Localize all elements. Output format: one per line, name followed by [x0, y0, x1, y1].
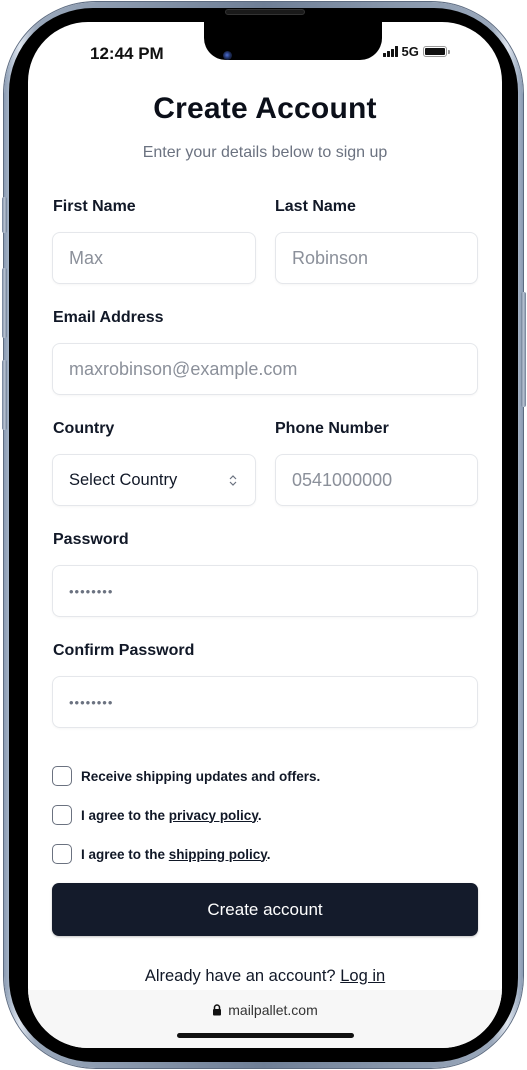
country-label: Country	[53, 420, 115, 437]
confirm-password-input[interactable]: ••••••••	[52, 676, 478, 728]
first-name-input[interactable]: Max	[52, 232, 256, 284]
action-button	[2, 197, 7, 233]
battery-icon	[422, 46, 450, 57]
country-select-value: Select Country	[69, 470, 178, 489]
volume-up-button	[2, 268, 7, 338]
volume-down-button	[2, 360, 7, 430]
login-link[interactable]: Log in	[340, 967, 385, 985]
create-account-button[interactable]: Create account	[52, 883, 478, 936]
shipping-policy-suffix: .	[266, 846, 271, 862]
page-subtitle: Enter your details below to sign up	[142, 144, 388, 161]
network-type: 5G	[401, 44, 419, 59]
first-name-label: First Name	[53, 198, 136, 215]
password-input[interactable]: ••••••••	[52, 565, 478, 617]
login-prompt-text: Already have an account?	[144, 967, 336, 985]
login-prompt: Already have an account? Log in	[28, 967, 502, 986]
power-button	[521, 292, 526, 407]
shipping-policy-option[interactable]: I agree to the shipping policy.	[52, 844, 271, 864]
shipping-policy-link[interactable]: shipping policy	[169, 847, 267, 862]
page-title: Create Account	[153, 92, 377, 125]
privacy-policy-option[interactable]: I agree to the privacy policy.	[52, 805, 262, 825]
signal-bars-icon	[383, 46, 398, 57]
shipping-updates-text: Receive shipping updates and offers.	[81, 768, 321, 784]
privacy-policy-suffix: .	[257, 807, 262, 823]
last-name-input[interactable]: Robinson	[275, 232, 478, 284]
shipping-policy-prefix: I agree to the	[81, 846, 169, 862]
status-indicators: 5G	[383, 44, 450, 59]
url-text: mailpallet.com	[228, 1002, 318, 1018]
phone-label: Phone Number	[275, 420, 389, 437]
status-time: 12:44 PM	[90, 44, 164, 63]
privacy-policy-prefix: I agree to the	[81, 807, 169, 823]
lock-icon	[213, 1004, 222, 1016]
front-camera	[223, 51, 232, 60]
speaker-grille	[225, 9, 305, 15]
email-input[interactable]: maxrobinson@example.com	[52, 343, 478, 395]
shipping-policy-checkbox[interactable]	[52, 844, 72, 864]
privacy-policy-link[interactable]: privacy policy	[169, 808, 258, 823]
country-select[interactable]: Select Country	[52, 454, 256, 506]
chevron-up-down-icon	[229, 474, 237, 486]
shipping-updates-option[interactable]: Receive shipping updates and offers.	[52, 766, 320, 786]
home-indicator[interactable]	[177, 1033, 354, 1038]
last-name-label: Last Name	[275, 198, 356, 215]
email-label: Email Address	[53, 309, 164, 326]
shipping-updates-checkbox[interactable]	[52, 766, 72, 786]
phone-input[interactable]: 0541000000	[275, 454, 478, 506]
password-label: Password	[53, 531, 129, 548]
screen: 12:44 PM 5G Create Account Enter your de…	[28, 22, 502, 1048]
privacy-policy-checkbox[interactable]	[52, 805, 72, 825]
browser-url-bar[interactable]: mailpallet.com	[28, 990, 502, 1048]
confirm-password-label: Confirm Password	[53, 642, 195, 659]
